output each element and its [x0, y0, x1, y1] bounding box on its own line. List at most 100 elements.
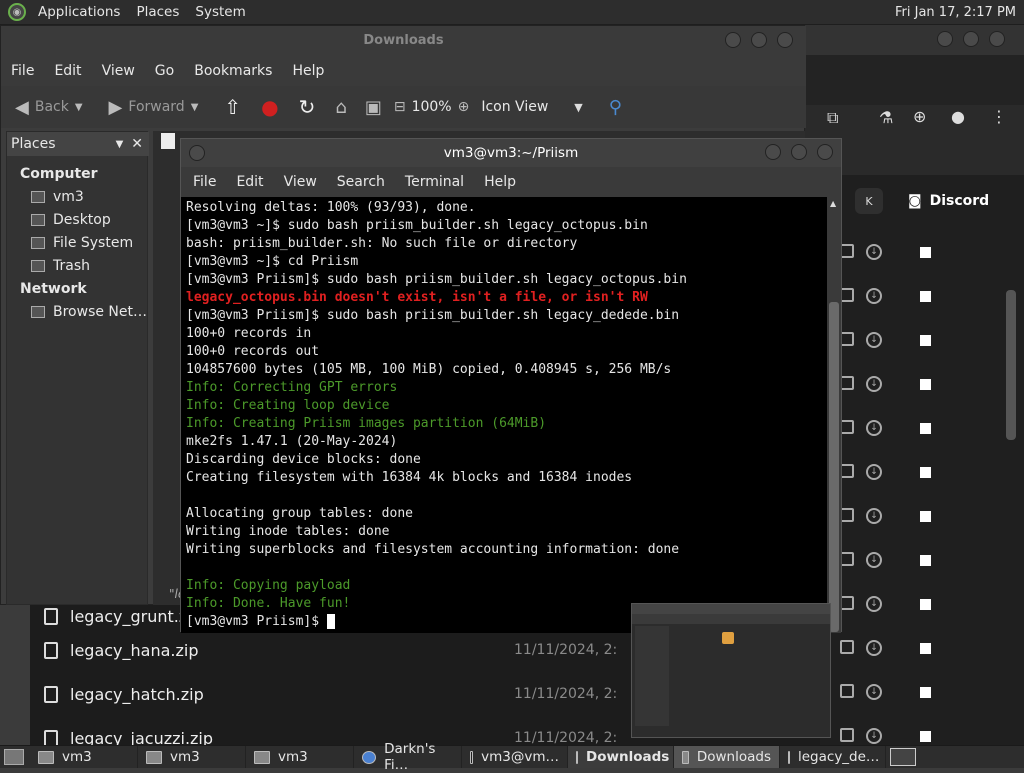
- select-checkbox[interactable]: [920, 599, 931, 610]
- menu-search[interactable]: Search: [327, 174, 395, 190]
- sidebar-item-desktop[interactable]: Desktop: [31, 212, 111, 228]
- mate-logo-icon[interactable]: ◉: [8, 3, 26, 21]
- copy-icon[interactable]: [840, 420, 854, 434]
- copy-icon[interactable]: [840, 728, 854, 742]
- up-arrow-icon[interactable]: ⇧: [224, 95, 241, 119]
- copy-icon[interactable]: [840, 640, 854, 654]
- task-vm3-3[interactable]: vm3: [246, 746, 354, 768]
- select-checkbox[interactable]: [920, 291, 931, 302]
- dropdown-icon[interactable]: ▼: [116, 139, 124, 150]
- menu-terminal[interactable]: Terminal: [395, 174, 474, 190]
- menu-edit[interactable]: Edit: [226, 174, 273, 190]
- copy-icon[interactable]: [840, 288, 854, 302]
- task-browser[interactable]: Darkn's Fi…: [354, 741, 462, 773]
- scrollbar-thumb[interactable]: [829, 302, 839, 632]
- copy-icon[interactable]: [840, 332, 854, 346]
- task-legacy[interactable]: legacy_de…: [780, 746, 886, 768]
- system-menu[interactable]: System: [187, 4, 253, 20]
- download-icon[interactable]: ↓: [866, 376, 882, 392]
- download-icon[interactable]: ⊕: [913, 107, 926, 126]
- sidebar-item-filesystem[interactable]: File System: [31, 235, 133, 251]
- extensions-icon[interactable]: ⧉: [827, 108, 838, 128]
- download-icon[interactable]: ↓: [866, 288, 882, 304]
- download-icon[interactable]: ↓: [866, 332, 882, 348]
- search-icon[interactable]: ⚲: [609, 97, 622, 118]
- kebab-menu-icon[interactable]: ⋮: [991, 107, 1007, 126]
- profile-icon[interactable]: ●: [951, 107, 965, 126]
- window-preview-thumbnail[interactable]: [631, 603, 831, 738]
- menu-view[interactable]: View: [274, 174, 327, 190]
- discord-tab[interactable]: ◙ Discord: [908, 186, 989, 216]
- home-folder-icon[interactable]: ⌂: [335, 97, 346, 118]
- select-checkbox[interactable]: [920, 511, 931, 522]
- close-button[interactable]: [777, 32, 793, 48]
- applications-menu[interactable]: Applications: [30, 4, 128, 20]
- minimize-button[interactable]: [725, 32, 741, 48]
- select-checkbox[interactable]: [920, 379, 931, 390]
- copy-icon[interactable]: [840, 244, 854, 258]
- flask-icon[interactable]: ⚗: [879, 108, 893, 127]
- workspace-switcher[interactable]: [890, 748, 916, 766]
- file-name[interactable]: legacy_hana.zip: [70, 641, 199, 660]
- download-icon[interactable]: ↓: [866, 508, 882, 524]
- maximize-button[interactable]: [751, 32, 767, 48]
- zoom-in-icon[interactable]: ⊕: [458, 99, 470, 115]
- select-checkbox[interactable]: [920, 423, 931, 434]
- task-vm3-2[interactable]: vm3: [138, 746, 246, 768]
- maximize-button[interactable]: [791, 144, 807, 160]
- menu-file[interactable]: File: [183, 174, 226, 190]
- stop-icon[interactable]: ●: [261, 95, 278, 119]
- copy-icon[interactable]: [840, 464, 854, 478]
- download-icon[interactable]: ↓: [866, 552, 882, 568]
- places-menu[interactable]: Places: [128, 4, 187, 20]
- menu-file[interactable]: File: [1, 63, 44, 79]
- back-button[interactable]: ◀ Back ▼: [9, 97, 89, 118]
- task-downloads-1[interactable]: Downloads: [568, 746, 674, 768]
- close-button[interactable]: [817, 144, 833, 160]
- sidebar-item-vm3[interactable]: vm3: [31, 189, 84, 205]
- task-downloads-2[interactable]: Downloads: [674, 746, 780, 768]
- select-checkbox[interactable]: [920, 687, 931, 698]
- menu-bookmarks[interactable]: Bookmarks: [184, 63, 282, 79]
- window-menu-button[interactable]: [189, 145, 205, 161]
- copy-icon[interactable]: [840, 596, 854, 610]
- clock[interactable]: Fri Jan 17, 2:17 PM: [895, 5, 1016, 20]
- download-icon[interactable]: ↓: [866, 728, 882, 744]
- file-name[interactable]: legacy_hatch.zip: [70, 685, 204, 704]
- minimize-button[interactable]: [937, 31, 953, 47]
- select-checkbox[interactable]: [920, 731, 931, 742]
- show-desktop-icon[interactable]: [4, 749, 24, 765]
- minimize-button[interactable]: [765, 144, 781, 160]
- copy-icon[interactable]: [840, 684, 854, 698]
- close-icon[interactable]: ✕: [131, 136, 143, 152]
- task-vm3-1[interactable]: vm3: [30, 746, 138, 768]
- copy-icon[interactable]: [840, 376, 854, 390]
- k-chip[interactable]: K: [855, 188, 883, 214]
- maximize-button[interactable]: [963, 31, 979, 47]
- terminal-scrollbar[interactable]: ▲: [827, 197, 841, 633]
- select-checkbox[interactable]: [920, 335, 931, 346]
- menu-help[interactable]: Help: [282, 63, 334, 79]
- download-icon[interactable]: ↓: [866, 640, 882, 656]
- download-icon[interactable]: ↓: [866, 244, 882, 260]
- copy-icon[interactable]: [840, 552, 854, 566]
- sidebar-item-browse-network[interactable]: Browse Net…: [31, 304, 147, 320]
- forward-button[interactable]: ▶ Forward ▼: [103, 97, 205, 118]
- select-checkbox[interactable]: [920, 643, 931, 654]
- sidebar-item-trash[interactable]: Trash: [31, 258, 90, 274]
- menu-view[interactable]: View: [92, 63, 145, 79]
- terminal-output[interactable]: Resolving deltas: 100% (93/93), done. [vm…: [181, 197, 827, 633]
- browser-scrollbar[interactable]: [1006, 290, 1016, 440]
- menu-go[interactable]: Go: [145, 63, 184, 79]
- menu-help[interactable]: Help: [474, 174, 526, 190]
- computer-icon[interactable]: ▣: [365, 97, 382, 118]
- sidebar-header[interactable]: Places ▼ ✕: [7, 132, 149, 156]
- task-terminal[interactable]: vm3@vm…: [462, 746, 568, 768]
- scroll-up-icon[interactable]: ▲: [830, 199, 836, 208]
- select-checkbox[interactable]: [920, 467, 931, 478]
- download-icon[interactable]: ↓: [866, 596, 882, 612]
- menu-edit[interactable]: Edit: [44, 63, 91, 79]
- download-icon[interactable]: ↓: [866, 464, 882, 480]
- copy-icon[interactable]: [840, 508, 854, 522]
- download-icon[interactable]: ↓: [866, 420, 882, 436]
